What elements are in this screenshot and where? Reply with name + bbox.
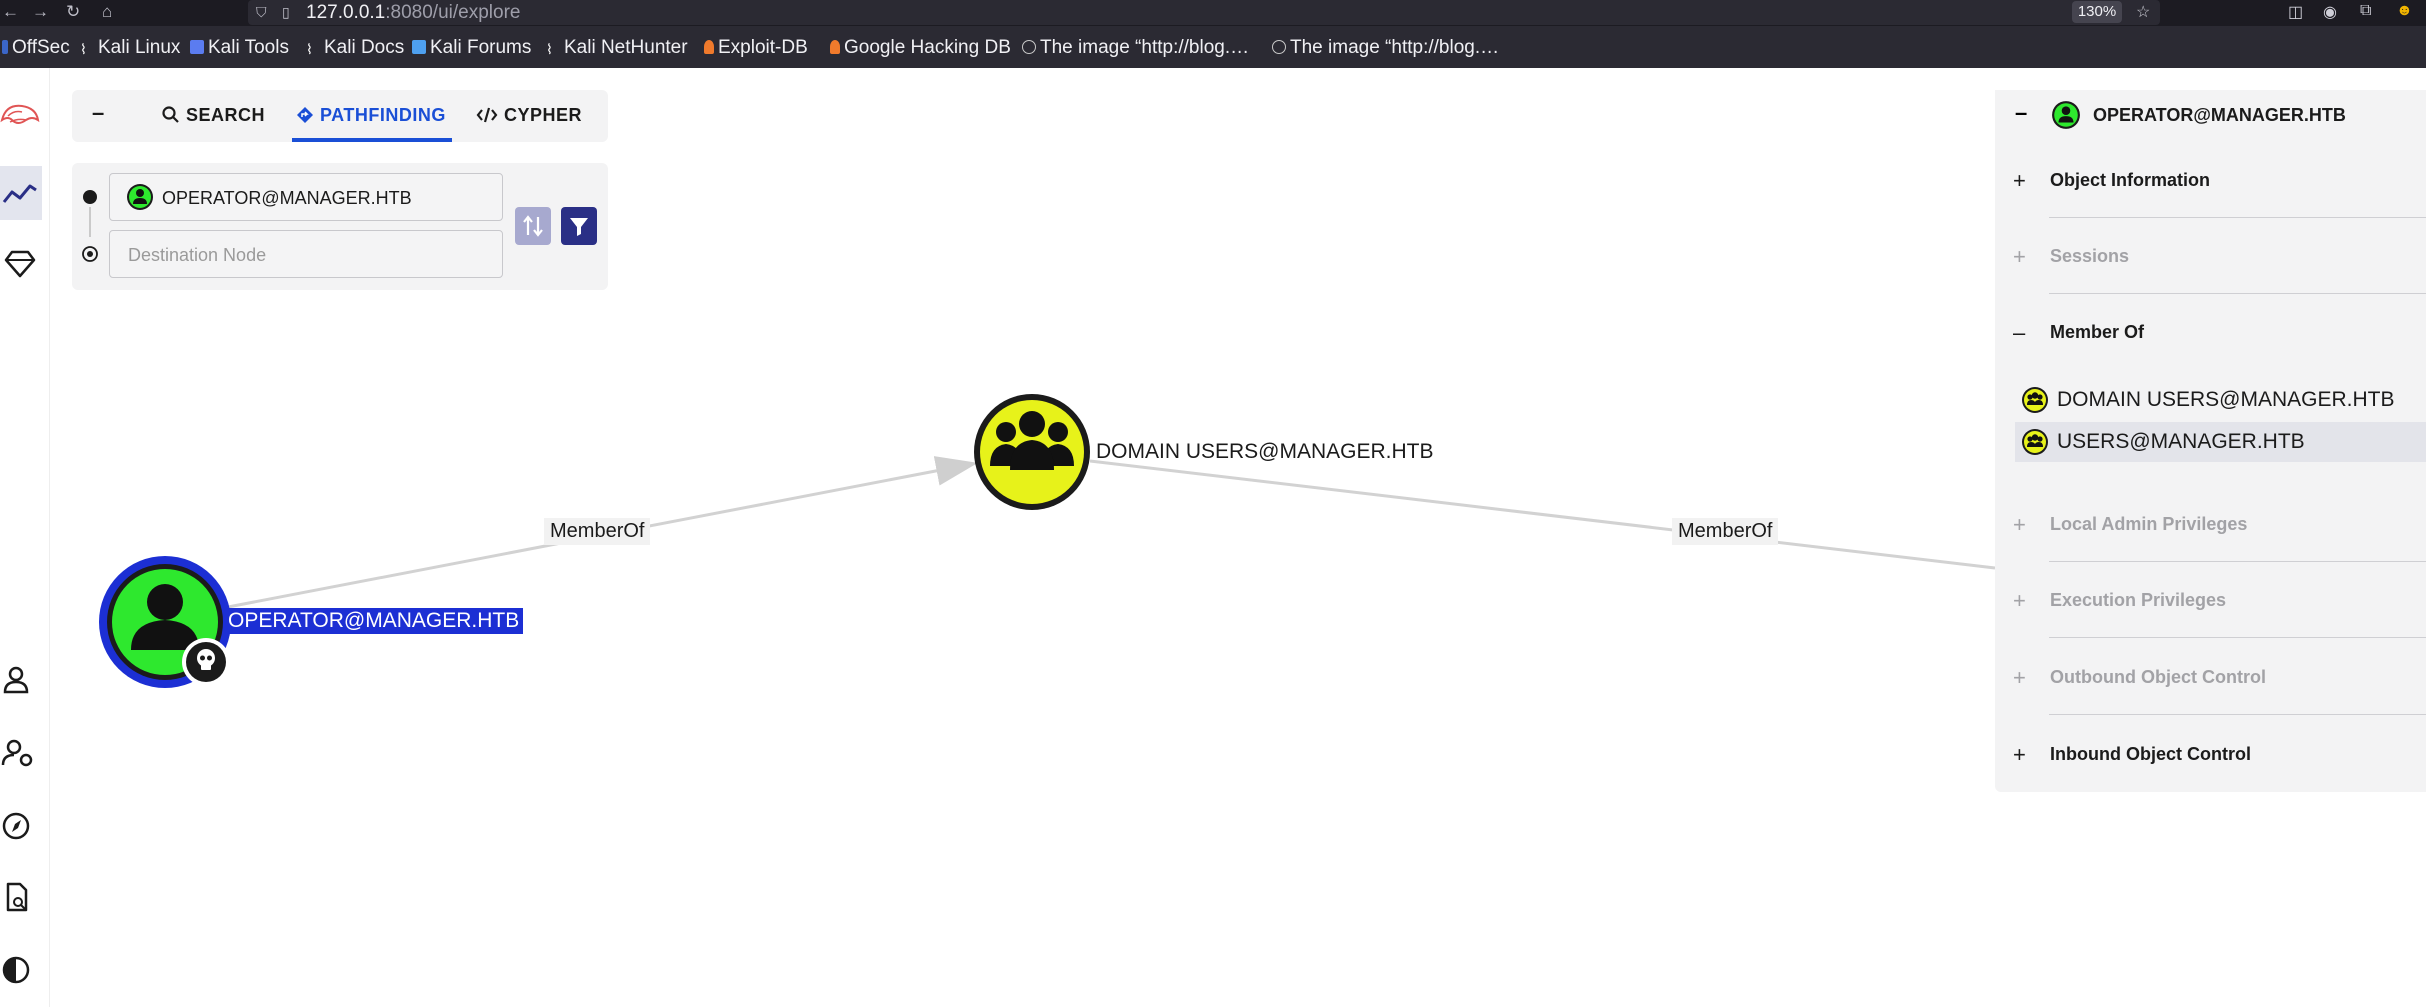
expand-icon: +: [2013, 244, 2026, 269]
tab-search-label: SEARCH: [186, 105, 266, 125]
bloodhound-logo-icon[interactable]: [0, 98, 40, 138]
edge-label-2[interactable]: MemberOf: [1672, 518, 1779, 545]
divider: [2049, 714, 2426, 715]
filter-icon: [570, 218, 588, 236]
expand-icon: +: [2013, 588, 2026, 613]
entity-info-panel: – OPERATOR@MANAGER.HTB + Object Informat…: [1995, 90, 2426, 792]
expand-icon: +: [2013, 168, 2026, 193]
search-tabs-bar: – SEARCH PATHFINDING CYPHER: [72, 90, 608, 142]
edge-label-1[interactable]: MemberOf: [544, 518, 651, 545]
section-label: Sessions: [2050, 246, 2130, 266]
search-icon: [162, 106, 179, 123]
expand-icon: +: [2013, 742, 2026, 767]
section-sessions[interactable]: + Sessions: [1995, 218, 2426, 294]
destination-placeholder: Destination Node: [128, 245, 267, 265]
pathfinding-icon: [297, 107, 313, 123]
expand-icon: +: [2013, 512, 2026, 537]
user-node-operator[interactable]: [99, 556, 231, 688]
profile-icon[interactable]: [0, 660, 40, 700]
group-icon: [2022, 387, 2048, 413]
member-of-label: USERS@MANAGER.HTB: [2057, 430, 2305, 453]
edge-filter-button[interactable]: [561, 207, 597, 245]
section-label: Member Of: [2050, 322, 2145, 342]
compass-icon[interactable]: [0, 806, 40, 846]
section-inbound-object-control[interactable]: + Inbound Object Control: [1995, 716, 2426, 792]
section-object-information[interactable]: + Object Information: [1995, 142, 2426, 218]
start-node-value: OPERATOR@MANAGER.HTB: [162, 188, 412, 208]
explore-graph-icon[interactable]: [0, 174, 40, 214]
section-label: Local Admin Privileges: [2050, 514, 2248, 534]
collapse-panel-button[interactable]: –: [92, 100, 105, 126]
swap-icon: [523, 215, 543, 237]
user-node-label[interactable]: OPERATOR@MANAGER.HTB: [224, 608, 524, 634]
start-node-input[interactable]: OPERATOR@MANAGER.HTB: [109, 173, 503, 221]
left-nav-rail: [0, 68, 50, 1007]
group-node-label[interactable]: DOMAIN USERS@MANAGER.HTB: [1096, 440, 1434, 464]
section-member-of[interactable]: – Member Of: [1995, 294, 2426, 354]
dark-mode-toggle-icon[interactable]: [0, 950, 40, 990]
entity-title: OPERATOR@MANAGER.HTB: [2093, 105, 2346, 125]
admin-settings-icon[interactable]: [0, 734, 40, 774]
edge-memberof-2[interactable]: [1089, 459, 1996, 570]
section-outbound-object-control[interactable]: + Outbound Object Control: [1995, 639, 2426, 715]
expand-icon: +: [2013, 665, 2026, 690]
active-tab-indicator: [292, 138, 452, 142]
group-management-icon[interactable]: [0, 244, 40, 284]
tab-pathfinding[interactable]: PATHFINDING: [296, 105, 446, 126]
group-icon: [2022, 429, 2048, 455]
code-icon: [476, 107, 498, 123]
swap-nodes-button[interactable]: [515, 207, 551, 245]
section-label: Object Information: [2050, 170, 2211, 190]
bloodhound-window: ← → ↻ ⌂ ⛉ ▯ 127.0.0.1:8080/ui/explore 13…: [0, 0, 2426, 1007]
member-of-label: DOMAIN USERS@MANAGER.HTB: [2057, 388, 2395, 411]
user-node-icon: [127, 184, 153, 210]
divider: [2049, 637, 2426, 638]
file-search-icon[interactable]: [0, 878, 40, 918]
section-label: Outbound Object Control: [2050, 667, 2266, 687]
path-connector-icon: [82, 190, 98, 262]
tab-pathfinding-label: PATHFINDING: [320, 105, 446, 125]
entity-panel-header: – OPERATOR@MANAGER.HTB: [1995, 90, 2426, 142]
user-node-icon: [2052, 101, 2080, 129]
collapse-icon: –: [2013, 320, 2026, 345]
tab-cypher[interactable]: CYPHER: [476, 105, 582, 126]
group-node-domain-users[interactable]: [974, 394, 1090, 510]
tab-search[interactable]: SEARCH: [162, 105, 265, 126]
section-local-admin-privileges[interactable]: + Local Admin Privileges: [1995, 486, 2426, 562]
destination-node-input[interactable]: Destination Node: [109, 230, 503, 278]
pathfinding-panel: OPERATOR@MANAGER.HTB Destination Node: [72, 163, 608, 290]
member-of-item[interactable]: DOMAIN USERS@MANAGER.HTB: [2015, 380, 2426, 420]
section-label: Execution Privileges: [2050, 590, 2227, 610]
tab-cypher-label: CYPHER: [504, 105, 583, 125]
section-execution-privileges[interactable]: + Execution Privileges: [1995, 562, 2426, 638]
section-label: Inbound Object Control: [2050, 744, 2251, 764]
member-of-item[interactable]: USERS@MANAGER.HTB: [2015, 422, 2426, 462]
collapse-entity-panel-button[interactable]: –: [2015, 100, 2027, 126]
